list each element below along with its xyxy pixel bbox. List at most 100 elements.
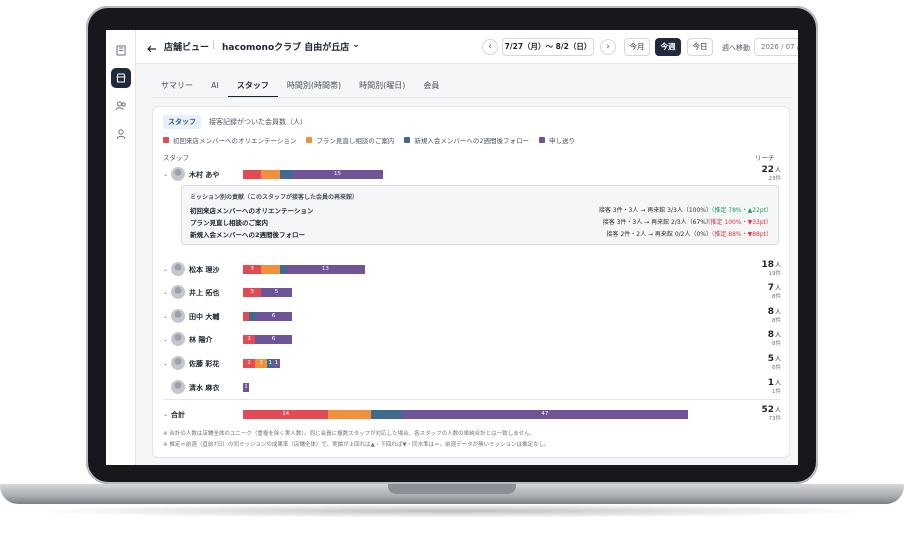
chevron-down-icon[interactable]: ⌄: [163, 266, 168, 273]
legend-label: 新規入会メンバーへの2週間後フォロー: [414, 137, 530, 145]
staff-row[interactable]: ⌄ 田中 大輔 6 8人 8件: [153, 307, 791, 327]
app-screen: 店舗ビュー | hacomonoクラブ 自由が丘店 ⌄ ‹ 7/27（月）〜 8…: [106, 30, 798, 465]
bar-segment: 3: [243, 288, 262, 297]
staff-row[interactable]: ⌄ 林 陽介 2 6 8人 8件: [153, 330, 791, 350]
reach-column-header: リーチ: [755, 154, 775, 162]
chevron-down-icon[interactable]: ⌄: [163, 336, 168, 343]
tab-bar: サマリー AI スタッフ 時間別(時間帯) 時間別(曜日) 会員: [152, 80, 448, 98]
bar-segment: 2: [255, 359, 268, 368]
mission-estimate: （推定 88%・▼88pt）: [708, 231, 772, 238]
tab-item[interactable]: 時間別(時間帯): [278, 80, 350, 98]
mission-stats: 接客 3件・3人 → 再来館 2/3人（67%）: [602, 219, 712, 226]
next-week-button[interactable]: ›: [600, 39, 616, 55]
reach-records: 73件: [768, 416, 782, 422]
legend-label: 申し送り: [549, 137, 576, 145]
staff-row[interactable]: ⌄ 井上 拓也 3 5 7人 8件: [153, 283, 791, 303]
staff-row[interactable]: 清水 麻衣 1 1人 1件: [153, 378, 791, 398]
this-month-button[interactable]: 今月: [624, 38, 650, 56]
reach-unit: 人: [774, 309, 781, 316]
legend-swatch: [306, 137, 313, 143]
bar-segment: 14: [243, 410, 329, 419]
bar-segment: 1: [243, 383, 250, 392]
store-selector[interactable]: hacomonoクラブ 自由が丘店 ⌄: [222, 40, 360, 53]
chevron-down-icon[interactable]: ⌄: [163, 171, 168, 178]
mission-contribution-panel: ミッション別の貢献（このスタッフが接客した会員の再来館） 初回来店メンバーへのオ…: [181, 185, 779, 245]
reach-value: 5人 6件: [768, 354, 781, 371]
reach-records: 1件: [772, 389, 781, 395]
tab-item[interactable]: 会員: [414, 80, 448, 98]
footnote: ※ 合計の人数は店舗全体のユニーク（重複を除く実人数）。同じ会員に複数スタッフが…: [163, 431, 535, 437]
laptop-frame: 店舗ビュー | hacomonoクラブ 自由が丘店 ⌄ ‹ 7/27（月）〜 8…: [0, 0, 904, 548]
bar-segment: [371, 410, 402, 419]
reach-records: 19件: [768, 271, 782, 277]
staff-name: 佐藤 彩花: [189, 360, 220, 368]
mission-row: 新規入会メンバーへの2週間後フォロー 接客 2件・2人 → 再来館 0/2人（0%…: [190, 229, 772, 240]
reach-unit: 人: [774, 407, 781, 414]
chevron-down-icon[interactable]: ⌄: [163, 313, 168, 320]
today-button[interactable]: 今日: [687, 38, 713, 56]
avatar: [171, 262, 185, 276]
mission-estimate: （推定 100%・▼33pt）: [704, 219, 772, 226]
legend-item: 新規入会メンバーへの2週間後フォロー: [404, 135, 529, 145]
arrow-left-icon[interactable]: [146, 40, 158, 53]
chevron-down-icon[interactable]: ⌄: [163, 360, 168, 367]
mission-name: プラン見直し相談のご案内: [190, 219, 268, 227]
reach-records: 23件: [768, 176, 782, 182]
footnotes: ※ 合計の人数は店舗全体のユニーク（重複を除く実人数）。同じ会員に複数スタッフが…: [163, 429, 550, 451]
reach-value: 8人 8件: [768, 330, 781, 347]
staff-row[interactable]: ⌄ 佐藤 彩花 2 2 1 1 5人 6件: [153, 354, 791, 374]
chevron-down-icon: ⌄: [352, 40, 360, 50]
reach-unit: 人: [774, 380, 781, 387]
page-title: 店舗ビュー: [164, 43, 210, 53]
building-icon[interactable]: [111, 40, 131, 60]
reach-unit: 人: [774, 167, 781, 174]
date-value: 2026 / 07 / 27: [761, 43, 798, 51]
laptop-shadow: [20, 504, 884, 518]
chevron-down-icon[interactable]: ⌄: [163, 289, 168, 296]
legend-swatch: [404, 137, 411, 143]
bar-segment: 2: [243, 335, 256, 344]
store-name: hacomonoクラブ 自由が丘店: [222, 43, 350, 53]
prev-week-button[interactable]: ‹: [482, 39, 498, 55]
bar-segment: [261, 265, 280, 274]
laptop-notch: [388, 484, 516, 494]
stacked-bar: 6: [243, 312, 292, 321]
users-icon[interactable]: [111, 96, 131, 116]
bar-segment: [261, 170, 280, 179]
staff-row[interactable]: ⌄ 松本 理沙 3 13 18人 19件: [153, 260, 791, 280]
chevron-down-icon[interactable]: ⌄: [163, 411, 168, 418]
staff-name: 清水 麻衣: [189, 384, 220, 392]
legend-item: プラン見直し相談のご案内: [306, 135, 394, 145]
reach-unit: 人: [774, 332, 781, 339]
total-row[interactable]: ⌄ 合計 14 47 52人 73件: [153, 405, 791, 425]
mission-stats: 接客 2件・2人 → 再来館 0/2人（0%）: [606, 231, 712, 238]
tab-item[interactable]: サマリー: [152, 80, 202, 98]
date-range[interactable]: 7/27（月）〜 8/2（日）: [502, 38, 594, 56]
footnote: ※ 推定＝前週（直前7日）の同ミッションの成果率（店舗全体）で、実績が上回れば▲…: [163, 442, 550, 448]
mission-name: 初回来店メンバーへのオリエンテーション: [190, 207, 314, 215]
mission-stats: 接客 3件・3人 → 再来館 3/3人（100%）: [598, 207, 712, 214]
reach-value: 18人 19件: [761, 260, 781, 277]
avatar: [171, 167, 185, 181]
stacked-bar: 3 13: [243, 265, 365, 274]
legend: 初回来店メンバーへのオリエンテーション プラン見直し相談のご案内 新規入会メンバーへ…: [163, 135, 575, 145]
staff-name: 林 陽介: [189, 336, 213, 344]
mission-name: 新規入会メンバーへの2週間後フォロー: [190, 231, 306, 239]
tab-item[interactable]: 時間別(曜日): [350, 80, 414, 98]
store-icon[interactable]: [111, 68, 131, 88]
this-week-button[interactable]: 今週: [655, 38, 681, 56]
tab-item[interactable]: スタッフ: [227, 80, 278, 98]
staff-row[interactable]: ⌄ 木村 あや 15 22人 23件: [153, 165, 791, 185]
bar-segment: 13: [285, 265, 365, 274]
card-header: スタッフ 接客記録がついた会員数（人）: [163, 115, 307, 129]
tab-item[interactable]: AI: [202, 80, 228, 98]
legend-swatch: [163, 137, 169, 143]
bar-segment: 6: [255, 335, 292, 344]
date-input[interactable]: 2026 / 07 / 27: [754, 38, 798, 56]
stacked-bar: 26: [243, 335, 292, 344]
user-icon[interactable]: [111, 124, 131, 144]
reach-records: 8件: [772, 318, 781, 324]
reach-value: 22人 23件: [761, 165, 781, 182]
reach-value: 7人 8件: [768, 283, 781, 300]
reach-value: 52人 73件: [761, 405, 781, 422]
